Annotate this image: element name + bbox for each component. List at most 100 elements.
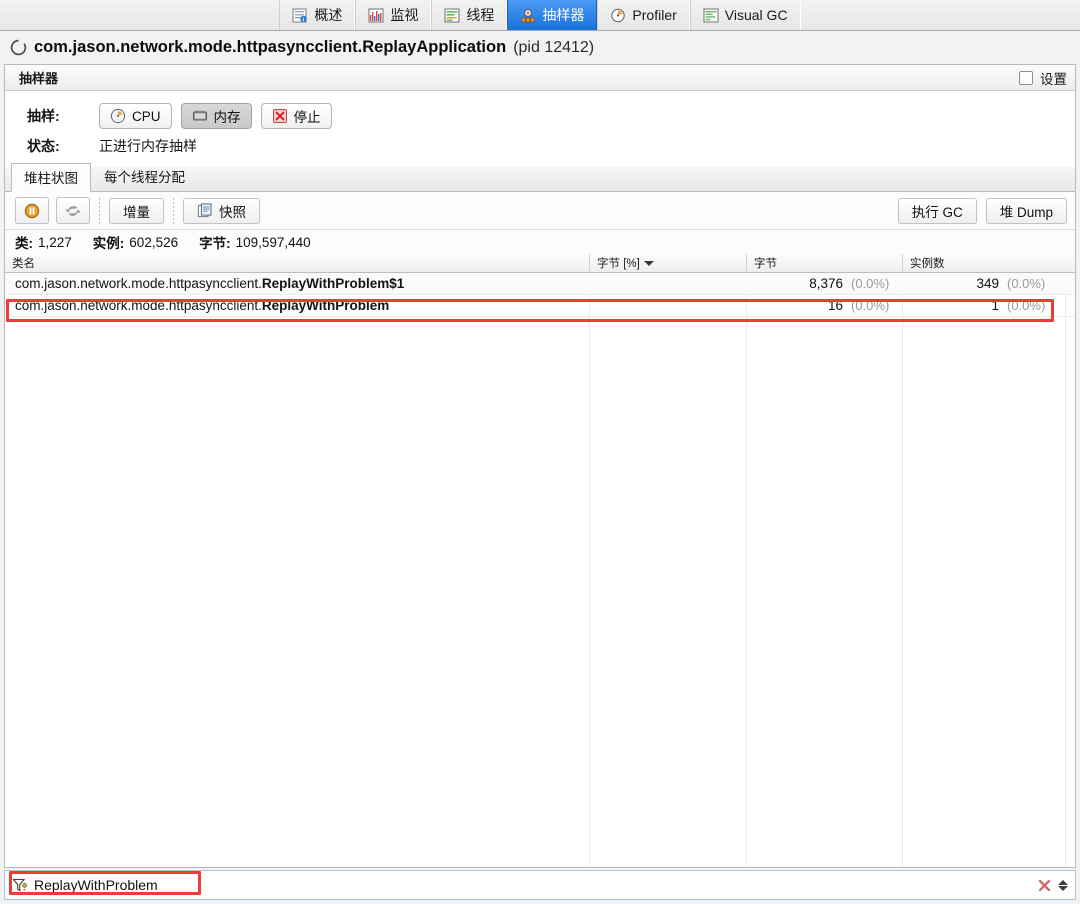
threads-icon	[444, 8, 460, 23]
application-title-bar: com.jason.network.mode.httpasyncclient.R…	[0, 31, 1080, 64]
toolbar-separator-2	[173, 198, 174, 224]
cpu-sampling-label: CPU	[132, 109, 161, 124]
column-header-bytes-percent[interactable]: 字节 [%]	[590, 254, 747, 272]
profiler-icon	[610, 8, 626, 23]
tab-heap-histogram[interactable]: 堆柱状图	[11, 163, 91, 192]
tab-sampler[interactable]: 抽样器	[507, 0, 597, 30]
bytes-percent-cell: (0.0%)	[851, 276, 897, 291]
instances-value: 602,526	[129, 235, 178, 250]
status-label: 状态:	[27, 136, 99, 156]
snapshot-button[interactable]: 快照	[183, 198, 260, 224]
filter-text: ReplayWithProblem	[34, 877, 158, 893]
settings-checkbox[interactable]	[1019, 71, 1033, 85]
toolbar-separator-1	[99, 198, 100, 224]
class-package: com.jason.network.mode.httpasyncclient.	[15, 298, 262, 313]
settings-toggle[interactable]: 设置	[1019, 68, 1067, 88]
filter-funnel-icon	[12, 878, 29, 893]
overview-icon	[292, 8, 308, 23]
sample-label: 抽样:	[27, 106, 99, 126]
perform-gc-label: 执行 GC	[912, 201, 963, 221]
refresh-button[interactable]	[56, 197, 90, 224]
cell-bytes: 16 (0.0%)	[747, 295, 903, 317]
heap-dump-label: 堆 Dump	[1000, 201, 1053, 221]
instances-percent-cell: (0.0%)	[1007, 298, 1053, 313]
sampler-inner-tabs: 堆柱状图 每个线程分配	[5, 167, 1075, 192]
tab-visual-gc[interactable]: Visual GC	[690, 0, 801, 30]
instances-label: 实例:	[93, 232, 125, 252]
monitor-icon	[368, 8, 384, 23]
process-id: (pid 12412)	[513, 39, 594, 57]
heap-summary: 类: 1,227 实例: 602,526 字节: 109,597,440	[5, 230, 1075, 254]
filter-bar[interactable]: ReplayWithProblem	[4, 870, 1076, 900]
column-header-class-name-label: 类名	[12, 255, 35, 271]
column-header-bytes-percent-label: 字节 [%]	[597, 255, 640, 271]
visualvm-window: 概述 监视 线程	[0, 0, 1080, 904]
filter-input[interactable]: ReplayWithProblem	[5, 872, 1037, 898]
cell-bytes-percent-bar	[590, 273, 747, 295]
column-header-instances-label: 实例数	[910, 255, 945, 271]
table-body: com.jason.network.mode.httpasyncclient.R…	[5, 273, 1075, 867]
column-header-bytes-label: 字节	[754, 255, 777, 271]
tab-visual-gc-label: Visual GC	[725, 7, 788, 23]
heap-dump-button[interactable]: 堆 Dump	[986, 198, 1067, 224]
heap-histogram-table: 类名 字节 [%] 字节 实例数 co	[5, 254, 1075, 867]
stop-x-icon	[272, 108, 288, 124]
pause-button[interactable]	[15, 197, 49, 224]
sort-descending-icon	[644, 261, 654, 266]
cell-bytes: 8,376 (0.0%)	[747, 273, 903, 295]
tab-monitor[interactable]: 监视	[355, 0, 431, 30]
sampler-icon	[520, 8, 536, 23]
cpu-sampling-button[interactable]: CPU	[99, 103, 172, 129]
class-package: com.jason.network.mode.httpasyncclient.	[15, 276, 262, 291]
tab-heap-histogram-label: 堆柱状图	[24, 171, 78, 186]
classes-value: 1,227	[38, 235, 72, 250]
tab-overview[interactable]: 概述	[279, 0, 355, 30]
memory-sampling-label: 内存	[214, 106, 241, 126]
stop-sampling-button[interactable]: 停止	[261, 103, 332, 129]
refresh-icon	[65, 203, 81, 219]
classes-label: 类:	[15, 232, 33, 252]
column-header-bytes[interactable]: 字节	[747, 254, 903, 272]
histogram-toolbar: 增量 快照 执行 GC	[5, 192, 1075, 230]
clear-x-icon[interactable]	[1037, 878, 1052, 893]
cell-instances: 1 (0.0%)	[903, 295, 1075, 317]
tab-monitor-label: 监视	[390, 5, 418, 25]
memory-sampling-button[interactable]: 内存	[181, 103, 252, 129]
class-simple-name: ReplayWithProblem	[262, 298, 389, 313]
sampler-controls: 抽样: CPU	[5, 91, 1075, 167]
delta-button[interactable]: 增量	[109, 198, 164, 224]
tab-per-thread-allocation[interactable]: 每个线程分配	[91, 162, 198, 191]
column-gridlines	[5, 273, 1075, 867]
perform-gc-button[interactable]: 执行 GC	[898, 198, 977, 224]
tab-threads[interactable]: 线程	[431, 0, 507, 30]
application-icon	[10, 39, 27, 56]
table-row[interactable]: com.jason.network.mode.httpasyncclient.R…	[5, 295, 1075, 317]
snapshot-icon	[197, 203, 213, 219]
clock-icon	[110, 108, 126, 124]
status-row: 状态: 正进行内存抽样	[5, 131, 1075, 161]
column-header-instances[interactable]: 实例数	[903, 254, 1075, 272]
snapshot-button-label: 快照	[219, 201, 246, 221]
filter-actions	[1037, 878, 1075, 893]
stop-sampling-label: 停止	[294, 106, 321, 126]
tab-profiler-label: Profiler	[632, 7, 676, 23]
instances-value-cell: 1	[991, 298, 999, 313]
tab-profiler[interactable]: Profiler	[597, 0, 689, 30]
cell-class-name: com.jason.network.mode.httpasyncclient.R…	[5, 273, 590, 295]
toolbar-left-group: 增量 快照	[15, 197, 260, 224]
bytes-label: 字节:	[199, 232, 231, 252]
sampler-panel: 抽样器 设置 抽样: CPU	[4, 64, 1076, 868]
tab-per-thread-allocation-label: 每个线程分配	[104, 170, 185, 185]
cell-class-name: com.jason.network.mode.httpasyncclient.R…	[5, 295, 590, 317]
tab-threads-label: 线程	[466, 5, 494, 25]
spinner-updown-icon[interactable]	[1058, 880, 1068, 891]
cell-bytes-percent-bar	[590, 295, 747, 317]
column-header-class-name[interactable]: 类名	[5, 254, 590, 272]
sampler-panel-title: 抽样器	[19, 68, 58, 87]
visualgc-icon	[703, 8, 719, 23]
pause-icon	[24, 203, 40, 219]
tab-overview-label: 概述	[314, 5, 342, 25]
bytes-percent-cell: (0.0%)	[851, 298, 897, 313]
status-value: 正进行内存抽样	[99, 136, 197, 156]
table-row[interactable]: com.jason.network.mode.httpasyncclient.R…	[5, 273, 1075, 295]
